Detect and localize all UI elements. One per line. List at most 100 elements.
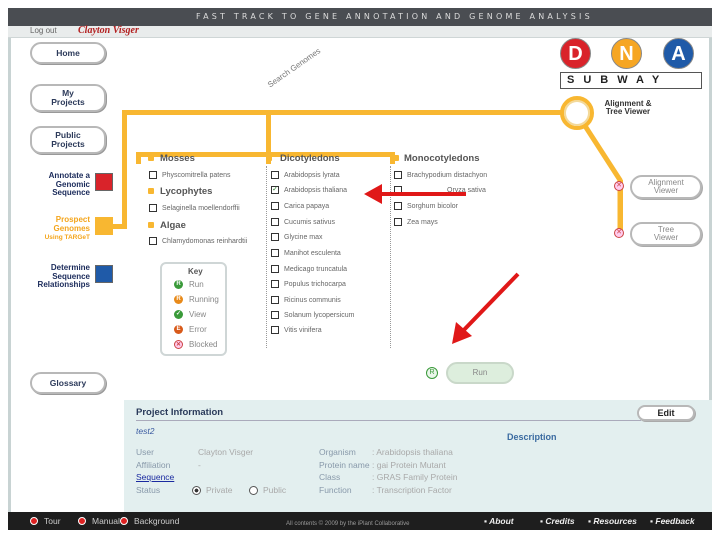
species-checkbox[interactable]: Chlamydomonas reinhardtii [149,237,247,245]
checkbox-icon [271,280,279,288]
algae-bullet-icon [148,222,154,228]
species-checkbox[interactable]: Physcomitrella patens [149,171,230,179]
tree-viewer-button[interactable]: Tree Viewer [630,222,702,246]
species-checkbox[interactable]: Selaginella moellendorffii [149,204,240,212]
view-icon: ✓ [174,310,183,319]
checkbox-icon [271,249,279,257]
project-name: test2 [136,426,155,436]
run-status-icon[interactable]: R [426,367,438,379]
about-link[interactable]: ▪ About [484,516,514,526]
key-blocked: ✕ Blocked [174,340,218,349]
subway-logo: SUBWAY [560,72,702,89]
banner-text: FAST TRACK TO GENE ANNOTATION AND GENOME… [196,12,593,21]
status-private-radio[interactable]: Private [192,485,232,495]
affiliation-label: Affiliation [136,460,171,470]
species-checkbox[interactable]: Medicago truncatula [271,265,347,273]
status-public-radio[interactable]: Public [249,485,286,495]
species-checkbox[interactable]: Cucumis sativus [271,218,335,226]
checkbox-icon [394,218,402,226]
key-run: R Run [174,280,204,289]
lycophytes-heading: Lycophytes [160,186,213,197]
radio-icon [249,485,258,495]
blocked-icon: ✕ [614,228,624,238]
tour-dot-icon [30,517,38,525]
prospect-task-label[interactable]: Prospect Genomes [22,215,90,233]
username: Clayton Visger [78,25,139,36]
determine-square-icon[interactable] [95,265,113,283]
logo-a: A [663,38,694,69]
species-checkbox[interactable]: Carica papaya [271,202,329,210]
user-label: User [136,447,154,457]
red-arrow-icon [452,272,520,344]
status-label: Status [136,485,161,495]
species-checkbox[interactable]: Ricinus communis [271,296,341,304]
species-checkbox[interactable]: Solanum lycopersicum [271,311,354,319]
checkbox-icon [271,171,279,179]
prospect-task-sub: Using TARGeT [44,234,90,241]
background-link[interactable]: Background [120,516,179,526]
project-divider [136,420,641,421]
run-button[interactable]: Run [446,362,514,384]
dicot-divider [266,166,267,348]
species-checkbox[interactable]: Zea mays [394,218,438,226]
tour-link[interactable]: Tour [30,516,61,526]
checkbox-icon [149,171,157,179]
determine-task-label[interactable]: Determine Sequence Relationships [18,263,90,290]
species-checkbox[interactable]: Populus trichocarpa [271,280,346,288]
dicot-bullet-icon [266,155,272,161]
affiliation-value: - [198,460,201,470]
background-dot-icon [120,517,128,525]
species-checkbox[interactable]: Glycine max [271,233,323,241]
my-projects-button[interactable]: My Projects [30,84,106,112]
checkbox-icon [271,311,279,319]
prospect-square-icon[interactable] [95,217,113,235]
glossary-button[interactable]: Glossary [30,372,106,394]
lycophytes-bullet-icon [148,188,154,194]
logout-link[interactable]: Log out [30,26,57,35]
checkmark-icon: ✓ [271,186,279,194]
search-genomes-label: Search Genomes [266,46,323,90]
login-bar: Log out Clayton Visger [8,25,712,38]
station-branch [575,113,623,230]
manual-link[interactable]: Manual [78,516,120,526]
annotate-task-label[interactable]: Annotate a Genomic Sequence [22,171,90,198]
user-value: Clayton Visger [198,447,254,457]
blocked-icon: ✕ [614,181,624,191]
algae-heading: Algae [160,220,186,231]
resources-link[interactable]: ▪ Resources [588,516,637,526]
main-line [122,110,578,115]
footer-bar: Tour Manual Background All contents © 20… [8,512,712,530]
sequence-link[interactable]: Sequence [136,472,174,482]
function-label: Function [319,485,352,495]
logo-n: N [611,38,642,69]
description-label: Description [507,432,557,442]
key-view: ✓ View [174,310,207,319]
mosses-bullet-icon [148,155,154,161]
home-button[interactable]: Home [30,42,106,64]
species-checkbox[interactable]: Manihot esculenta [271,249,341,257]
species-checkbox[interactable]: Arabidopsis lyrata [271,171,340,179]
error-icon: E [174,325,183,334]
edit-button[interactable]: Edit [637,405,695,421]
run-icon: R [174,280,183,289]
public-projects-button[interactable]: Public Projects [30,126,106,154]
key-error: E Error [174,325,207,334]
protein-value: : gai Protein Mutant [372,460,446,470]
annotate-square-icon[interactable] [95,173,113,191]
organism-value: : Arabidopsis thaliana [372,447,453,457]
credits-link[interactable]: ▪ Credits [540,516,575,526]
logo-d: D [560,38,591,69]
project-info-panel: Project Information Edit test2 Descripti… [124,400,712,512]
key-running: R Running [174,295,219,304]
alignment-station-icon[interactable] [560,96,594,130]
red-arrow-icon [364,184,466,204]
mosses-heading: Mosses [160,153,195,164]
species-checkbox[interactable]: Vitis vinifera [271,326,322,334]
alignment-viewer-button[interactable]: Alignment Viewer [630,175,702,199]
blocked-icon: ✕ [174,340,183,349]
copyright-text: All contents © 2009 by the iPlant Collab… [286,521,410,527]
species-checkbox-checked[interactable]: ✓ Arabidopsis thaliana [271,186,347,194]
checkbox-icon [271,202,279,210]
feedback-link[interactable]: ▪ Feedback [650,516,695,526]
key-title: Key [188,267,203,276]
